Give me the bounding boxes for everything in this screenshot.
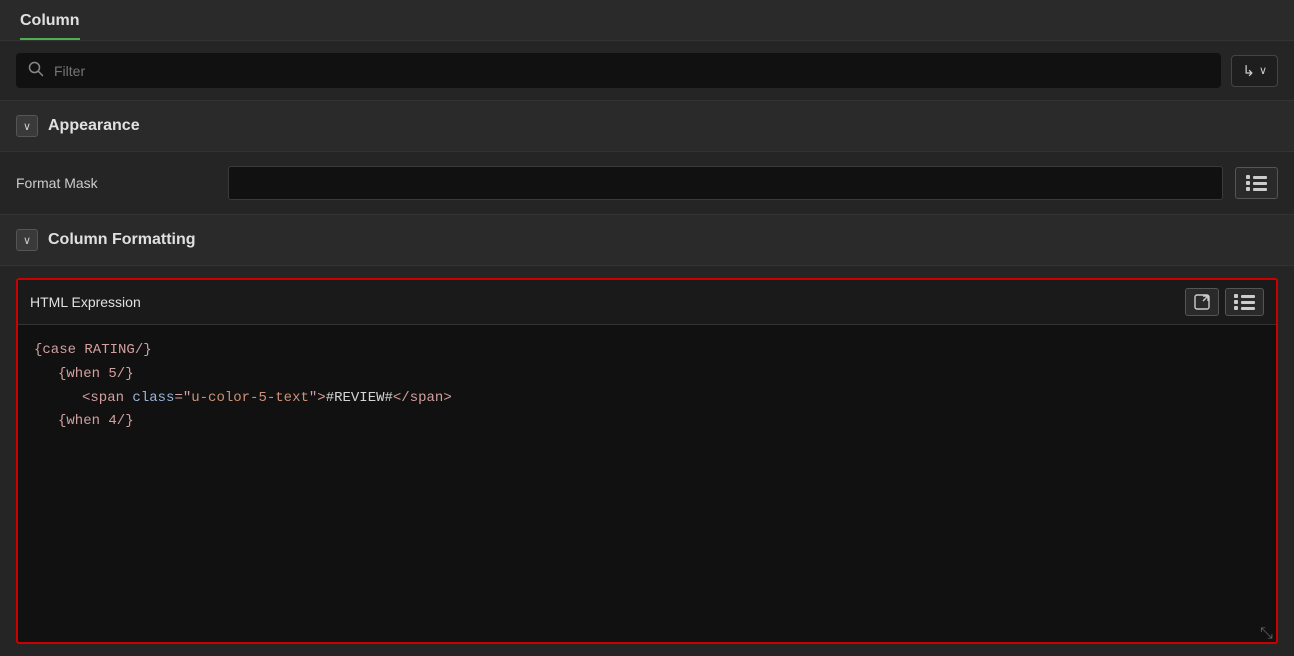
search-icon xyxy=(28,61,44,80)
format-mask-label: Format Mask xyxy=(16,175,216,191)
html-list-icon xyxy=(1234,294,1255,310)
tab-column[interactable]: Column xyxy=(20,12,80,40)
column-formatting-collapse-button[interactable]: ∨ xyxy=(16,229,38,251)
sort-button[interactable]: ↳ ∨ xyxy=(1231,55,1278,87)
format-mask-row: Format Mask xyxy=(16,166,1278,200)
html-expression-code-area[interactable]: {case RATING/} {when 5/} <span class="u-… xyxy=(18,325,1276,642)
column-formatting-body: HTML Expression xyxy=(0,266,1294,656)
filter-input[interactable] xyxy=(54,63,1209,79)
html-expression-box: HTML Expression xyxy=(16,278,1278,644)
sort-icon: ↳ xyxy=(1242,62,1255,80)
filter-row: ↳ ∨ xyxy=(0,41,1294,101)
code-line-2: {when 5/} xyxy=(58,363,1260,387)
column-panel: Column ↳ ∨ ∨ Appearance Format Mask xyxy=(0,0,1294,656)
filter-input-wrapper xyxy=(16,53,1221,88)
sort-chevron: ∨ xyxy=(1259,64,1267,77)
html-expression-header: HTML Expression xyxy=(18,280,1276,325)
appearance-section-body: Format Mask xyxy=(0,152,1294,215)
html-expression-actions xyxy=(1185,288,1264,316)
html-expression-list-button[interactable] xyxy=(1225,288,1264,316)
appearance-collapse-button[interactable]: ∨ xyxy=(16,115,38,137)
column-formatting-section-title: Column Formatting xyxy=(48,231,196,249)
html-expression-expand-button[interactable] xyxy=(1185,288,1219,316)
column-formatting-collapse-icon: ∨ xyxy=(23,234,31,247)
appearance-section-title: Appearance xyxy=(48,117,140,135)
appearance-collapse-icon: ∨ xyxy=(23,120,31,133)
expand-icon xyxy=(1194,294,1210,310)
format-mask-input[interactable] xyxy=(228,166,1223,200)
code-line-3: <span class="u-color-5-text">#REVIEW#</s… xyxy=(82,387,1260,411)
code-line-4: {when 4/} xyxy=(58,410,1260,434)
code-line-1: {case RATING/} xyxy=(34,339,1260,363)
html-expression-title: HTML Expression xyxy=(30,294,141,310)
column-formatting-section-header: ∨ Column Formatting xyxy=(0,215,1294,266)
tab-header: Column xyxy=(0,0,1294,41)
resize-handle[interactable]: ⤡ xyxy=(1260,626,1272,638)
list-icon xyxy=(1246,175,1267,191)
format-mask-list-button[interactable] xyxy=(1235,167,1278,199)
appearance-section-header: ∨ Appearance xyxy=(0,101,1294,152)
